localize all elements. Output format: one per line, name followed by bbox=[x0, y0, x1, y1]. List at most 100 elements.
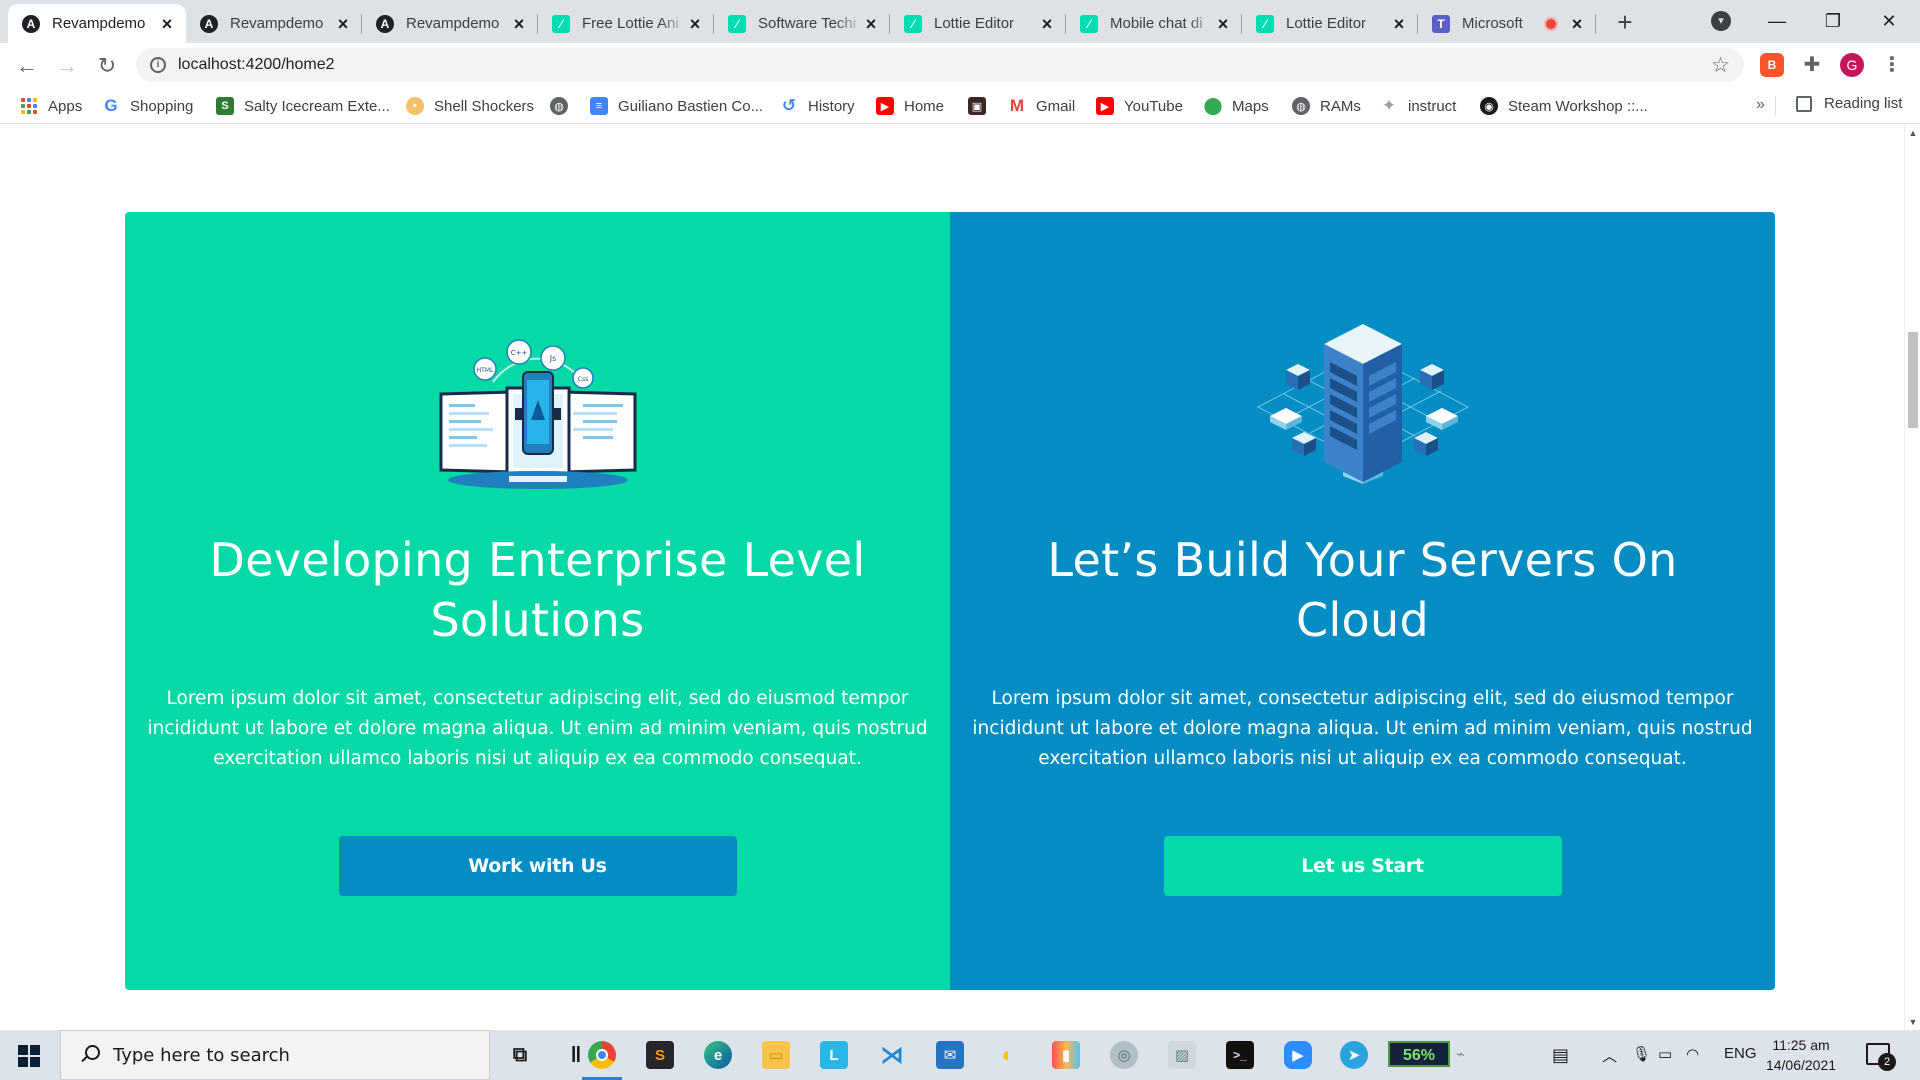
photos-app-icon[interactable]: ▨ bbox=[1158, 1035, 1206, 1075]
bookmark-rams[interactable]: ◍ RAMs bbox=[1292, 95, 1361, 117]
bookmark-gmail[interactable]: M Gmail bbox=[1008, 95, 1075, 117]
battery-meter[interactable]: 56% bbox=[1388, 1041, 1450, 1067]
taskbar-search-input[interactable] bbox=[113, 1044, 433, 1066]
bookmark-globe[interactable]: ◍ bbox=[550, 95, 568, 117]
address-bar[interactable]: i localhost:4200/home2 ☆ bbox=[136, 48, 1744, 82]
scroll-down-arrow-icon[interactable]: ▼ bbox=[1905, 1014, 1920, 1030]
egg-icon: • bbox=[406, 97, 424, 115]
bookmark-maps[interactable]: ⬤ Maps bbox=[1203, 95, 1269, 117]
vscode-icon[interactable]: ⋊ bbox=[868, 1035, 916, 1075]
lottie-icon: ⁄ bbox=[728, 14, 746, 33]
microphone-icon[interactable]: 🎙︎ bbox=[1632, 1045, 1651, 1063]
bookmark-shell-shockers[interactable]: • Shell Shockers bbox=[406, 95, 534, 117]
vertical-scrollbar[interactable]: ▲ ▼ bbox=[1904, 125, 1920, 1030]
close-icon[interactable]: × bbox=[1214, 15, 1232, 33]
forward-button[interactable]: → bbox=[52, 51, 82, 81]
cpp-bubble: C++ bbox=[510, 349, 527, 357]
close-icon[interactable]: × bbox=[1568, 15, 1586, 33]
work-with-us-button[interactable]: Work with Us bbox=[338, 836, 737, 896]
bookmark-instruct[interactable]: ✦ instruct bbox=[1380, 95, 1456, 117]
close-icon[interactable]: × bbox=[158, 15, 176, 33]
tab-revampdemo-1[interactable]: A Revampdemo × bbox=[8, 4, 186, 43]
card-body: Lorem ipsum dolor sit amet, consectetur … bbox=[147, 688, 928, 769]
windows-start-icon[interactable] bbox=[18, 1045, 40, 1067]
wifi-icon[interactable]: ◠ bbox=[1686, 1045, 1699, 1063]
sticky-app-icon[interactable]: ◐ bbox=[984, 1035, 1032, 1075]
new-tab-button[interactable]: + bbox=[1612, 9, 1638, 36]
close-icon[interactable]: × bbox=[686, 15, 704, 33]
tab-free-lottie[interactable]: ⁄ Free Lottie Ani × bbox=[538, 4, 714, 43]
disc-app-icon[interactable]: ◎ bbox=[1100, 1035, 1148, 1075]
docs-icon: ≡ bbox=[590, 97, 608, 115]
bookmark-salty-icecream[interactable]: S Salty Icecream Exte... bbox=[216, 95, 390, 117]
mail-icon[interactable]: ✉ bbox=[926, 1035, 974, 1075]
tab-lottie-editor-1[interactable]: ⁄ Lottie Editor × bbox=[890, 4, 1066, 43]
close-icon[interactable]: × bbox=[1390, 15, 1408, 33]
tab-microsoft-teams[interactable]: T Microsoft × bbox=[1418, 4, 1596, 43]
chrome-icon[interactable] bbox=[578, 1035, 626, 1080]
close-icon[interactable]: × bbox=[1038, 15, 1056, 33]
bookmark-guiliano[interactable]: ≡ Guiliano Bastien Co... bbox=[590, 95, 763, 117]
back-button[interactable]: ← bbox=[12, 51, 42, 81]
zoom-icon[interactable]: ▶ bbox=[1274, 1035, 1322, 1075]
lottie-app-icon[interactable]: L bbox=[810, 1035, 858, 1075]
tab-revampdemo-3[interactable]: A Revampdemo × bbox=[362, 4, 538, 43]
more-bookmarks-button[interactable]: » bbox=[1756, 96, 1765, 114]
history-icon: ↺ bbox=[781, 96, 797, 115]
battery-tray-icon[interactable]: ⌁ bbox=[1456, 1045, 1465, 1063]
bookmark-label: Gmail bbox=[1036, 97, 1076, 115]
site-info-icon[interactable]: i bbox=[150, 57, 166, 73]
bookmark-label: Home bbox=[904, 97, 945, 115]
notification-count: 2 bbox=[1878, 1053, 1896, 1071]
bookmark-youtube[interactable]: ▶ YouTube bbox=[1096, 95, 1183, 117]
close-icon[interactable]: × bbox=[510, 15, 528, 33]
bookmark-apps[interactable]: Apps bbox=[20, 95, 82, 117]
bookmark-label: Maps bbox=[1232, 97, 1269, 115]
bookmark-shopping[interactable]: G Shopping bbox=[102, 95, 193, 117]
scroll-up-arrow-icon[interactable]: ▲ bbox=[1905, 125, 1920, 141]
tab-revampdemo-2[interactable]: A Revampdemo × bbox=[186, 4, 362, 43]
bookmark-home[interactable]: ▶ Home bbox=[876, 95, 944, 117]
news-widget-icon[interactable]: ▤ bbox=[1552, 1045, 1569, 1066]
terminal-icon[interactable]: >_ bbox=[1216, 1035, 1264, 1075]
cloud-servers-card: Let’s Build Your Servers On Cloud Lorem … bbox=[950, 212, 1775, 990]
color-app-icon[interactable]: ▮ bbox=[1042, 1035, 1090, 1075]
close-icon[interactable]: × bbox=[334, 15, 352, 33]
profile-avatar[interactable]: G bbox=[1840, 53, 1864, 77]
bookmark-steam-workshop[interactable]: ◉ Steam Workshop ::... bbox=[1480, 95, 1648, 117]
tab-mobile-chat[interactable]: ⁄ Mobile chat di × bbox=[1066, 4, 1242, 43]
tab-lottie-editor-2[interactable]: ⁄ Lottie Editor × bbox=[1242, 4, 1418, 43]
task-view-icon[interactable]: ⧉ bbox=[496, 1035, 544, 1075]
brave-extension-icon[interactable]: B bbox=[1760, 53, 1784, 77]
tab-search-icon[interactable]: ▾ bbox=[1711, 11, 1731, 31]
edge-icon[interactable]: e bbox=[694, 1035, 742, 1075]
notifications-icon[interactable]: 2 bbox=[1866, 1043, 1896, 1071]
bookmark-star-icon[interactable]: ☆ bbox=[1711, 53, 1730, 78]
taskbar-clock[interactable]: 11:25 am 14/06/2021 bbox=[1758, 1035, 1844, 1075]
sublime-icon[interactable]: S bbox=[636, 1035, 684, 1075]
maximize-button[interactable]: ❐ bbox=[1810, 6, 1856, 36]
let-us-start-button[interactable]: Let us Start bbox=[1163, 836, 1562, 896]
tab-software-tech[interactable]: ⁄ Software Techi × bbox=[714, 4, 890, 43]
file-explorer-icon[interactable]: ▭ bbox=[752, 1035, 800, 1075]
minimize-button[interactable]: — bbox=[1754, 6, 1800, 36]
scroll-thumb[interactable] bbox=[1908, 332, 1918, 428]
show-hidden-icons-icon[interactable]: ︿ bbox=[1602, 1045, 1617, 1066]
clock-time: 11:25 am bbox=[1772, 1037, 1830, 1053]
bookmark-history[interactable]: ↺ History bbox=[780, 95, 855, 117]
menu-kebab-icon[interactable]: ⋮ bbox=[1880, 53, 1904, 77]
address-url[interactable]: localhost:4200/home2 bbox=[178, 56, 335, 74]
taskbar-search[interactable] bbox=[60, 1030, 490, 1080]
telegram-icon[interactable]: ➤ bbox=[1330, 1035, 1378, 1075]
developer-monitors-illustration: HTML C++ Js Css bbox=[439, 339, 636, 489]
power-icon[interactable]: ▭ bbox=[1658, 1045, 1672, 1063]
reading-list-button[interactable]: Reading list bbox=[1796, 95, 1902, 112]
bookmark-image[interactable]: ▣ bbox=[968, 95, 986, 117]
close-icon[interactable]: × bbox=[862, 15, 880, 33]
globe-icon: ◍ bbox=[1292, 97, 1310, 115]
reload-button[interactable]: ↻ bbox=[92, 51, 122, 81]
globe-icon: ◍ bbox=[550, 97, 568, 115]
language-indicator[interactable]: ENG bbox=[1724, 1045, 1757, 1062]
extensions-puzzle-icon[interactable]: ✚ bbox=[1800, 53, 1824, 77]
close-window-button[interactable]: ✕ bbox=[1866, 6, 1912, 36]
